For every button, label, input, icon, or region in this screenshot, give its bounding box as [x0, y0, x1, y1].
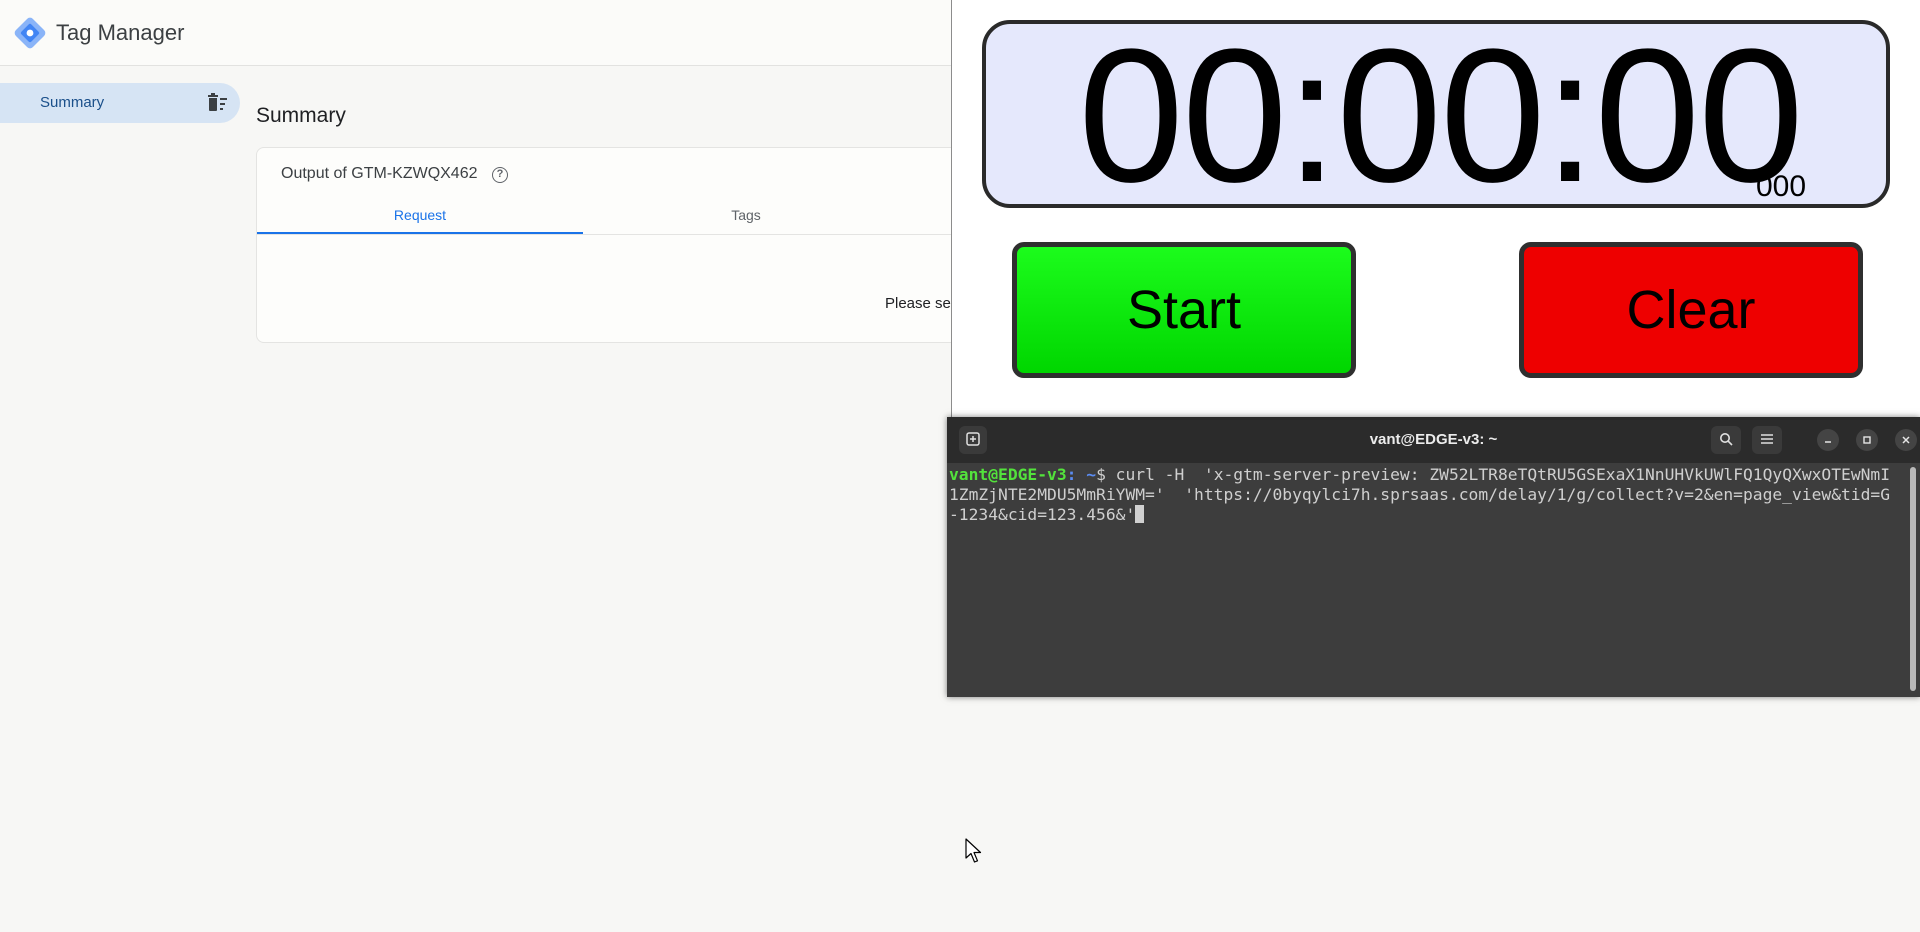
minimize-icon[interactable]: [1817, 429, 1839, 451]
card-title: Output of GTM-KZWQX462: [281, 165, 478, 182]
stopwatch-window: 00:00:00 000 Start Clear: [951, 0, 1920, 420]
tab-request[interactable]: Request: [257, 198, 583, 234]
sidebar-item-label: Summary: [40, 94, 105, 111]
mouse-pointer-icon: [965, 838, 982, 863]
prompt-symbol: $: [1096, 465, 1116, 484]
stopwatch-display: 00:00:00 000: [982, 20, 1890, 211]
output-card: Output of GTM-KZWQX462 ? Request Tags Pl…: [256, 147, 997, 343]
close-icon[interactable]: [1895, 429, 1917, 451]
page-title: Summary: [256, 104, 346, 127]
terminal-output[interactable]: vant@EDGE-v3: ~$ curl -H 'x-gtm-server-p…: [949, 465, 1899, 525]
stopwatch-milliseconds: 000: [1756, 170, 1807, 203]
output-tabs: Request Tags: [257, 198, 997, 235]
sidebar-item-summary[interactable]: Summary: [0, 83, 240, 123]
maximize-icon[interactable]: [1856, 429, 1878, 451]
tab-tags[interactable]: Tags: [583, 198, 909, 234]
text-cursor: [1135, 505, 1145, 523]
prompt-path: : ~: [1066, 465, 1097, 484]
search-icon[interactable]: [1711, 426, 1741, 454]
clear-button[interactable]: Clear: [1519, 242, 1863, 378]
hamburger-menu-icon[interactable]: [1752, 426, 1782, 454]
terminal-titlebar[interactable]: vant@EDGE-v3: ~: [947, 417, 1920, 463]
help-icon[interactable]: ?: [492, 167, 508, 183]
prompt-user: vant@EDGE-v3: [949, 465, 1067, 484]
terminal-scrollbar[interactable]: [1910, 467, 1916, 691]
terminal-window: vant@EDGE-v3: ~ vant@EDGE-v3: ~$ curl -H…: [947, 417, 1920, 697]
start-button[interactable]: Start: [1012, 242, 1356, 378]
delete-sweep-icon[interactable]: [206, 93, 228, 113]
tag-manager-logo-icon: [14, 17, 46, 49]
app-title: Tag Manager: [56, 20, 185, 45]
